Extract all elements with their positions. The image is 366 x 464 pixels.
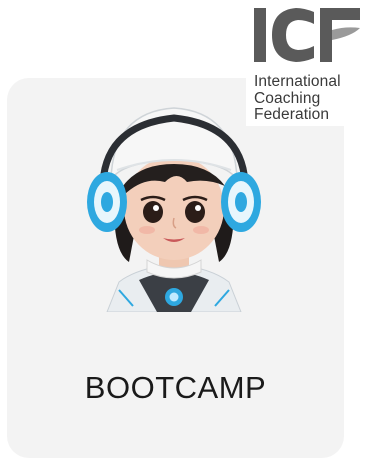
icf-logo-text: International Coaching Federation xyxy=(254,73,341,124)
bootcamp-card[interactable]: BOOTCAMP xyxy=(7,78,344,458)
icf-logo-mark-icon xyxy=(252,6,362,64)
page: BOOTCAMP International Coaching Federati… xyxy=(0,0,366,464)
card-label: BOOTCAMP xyxy=(84,370,267,405)
logo-line-coaching: Coaching xyxy=(254,89,321,107)
robot-coach-avatar-icon xyxy=(77,100,271,312)
logo-line-federation: Federation xyxy=(254,106,330,123)
logo-line-international: International xyxy=(254,73,341,90)
icf-logo[interactable]: International Coaching Federation xyxy=(246,0,366,126)
